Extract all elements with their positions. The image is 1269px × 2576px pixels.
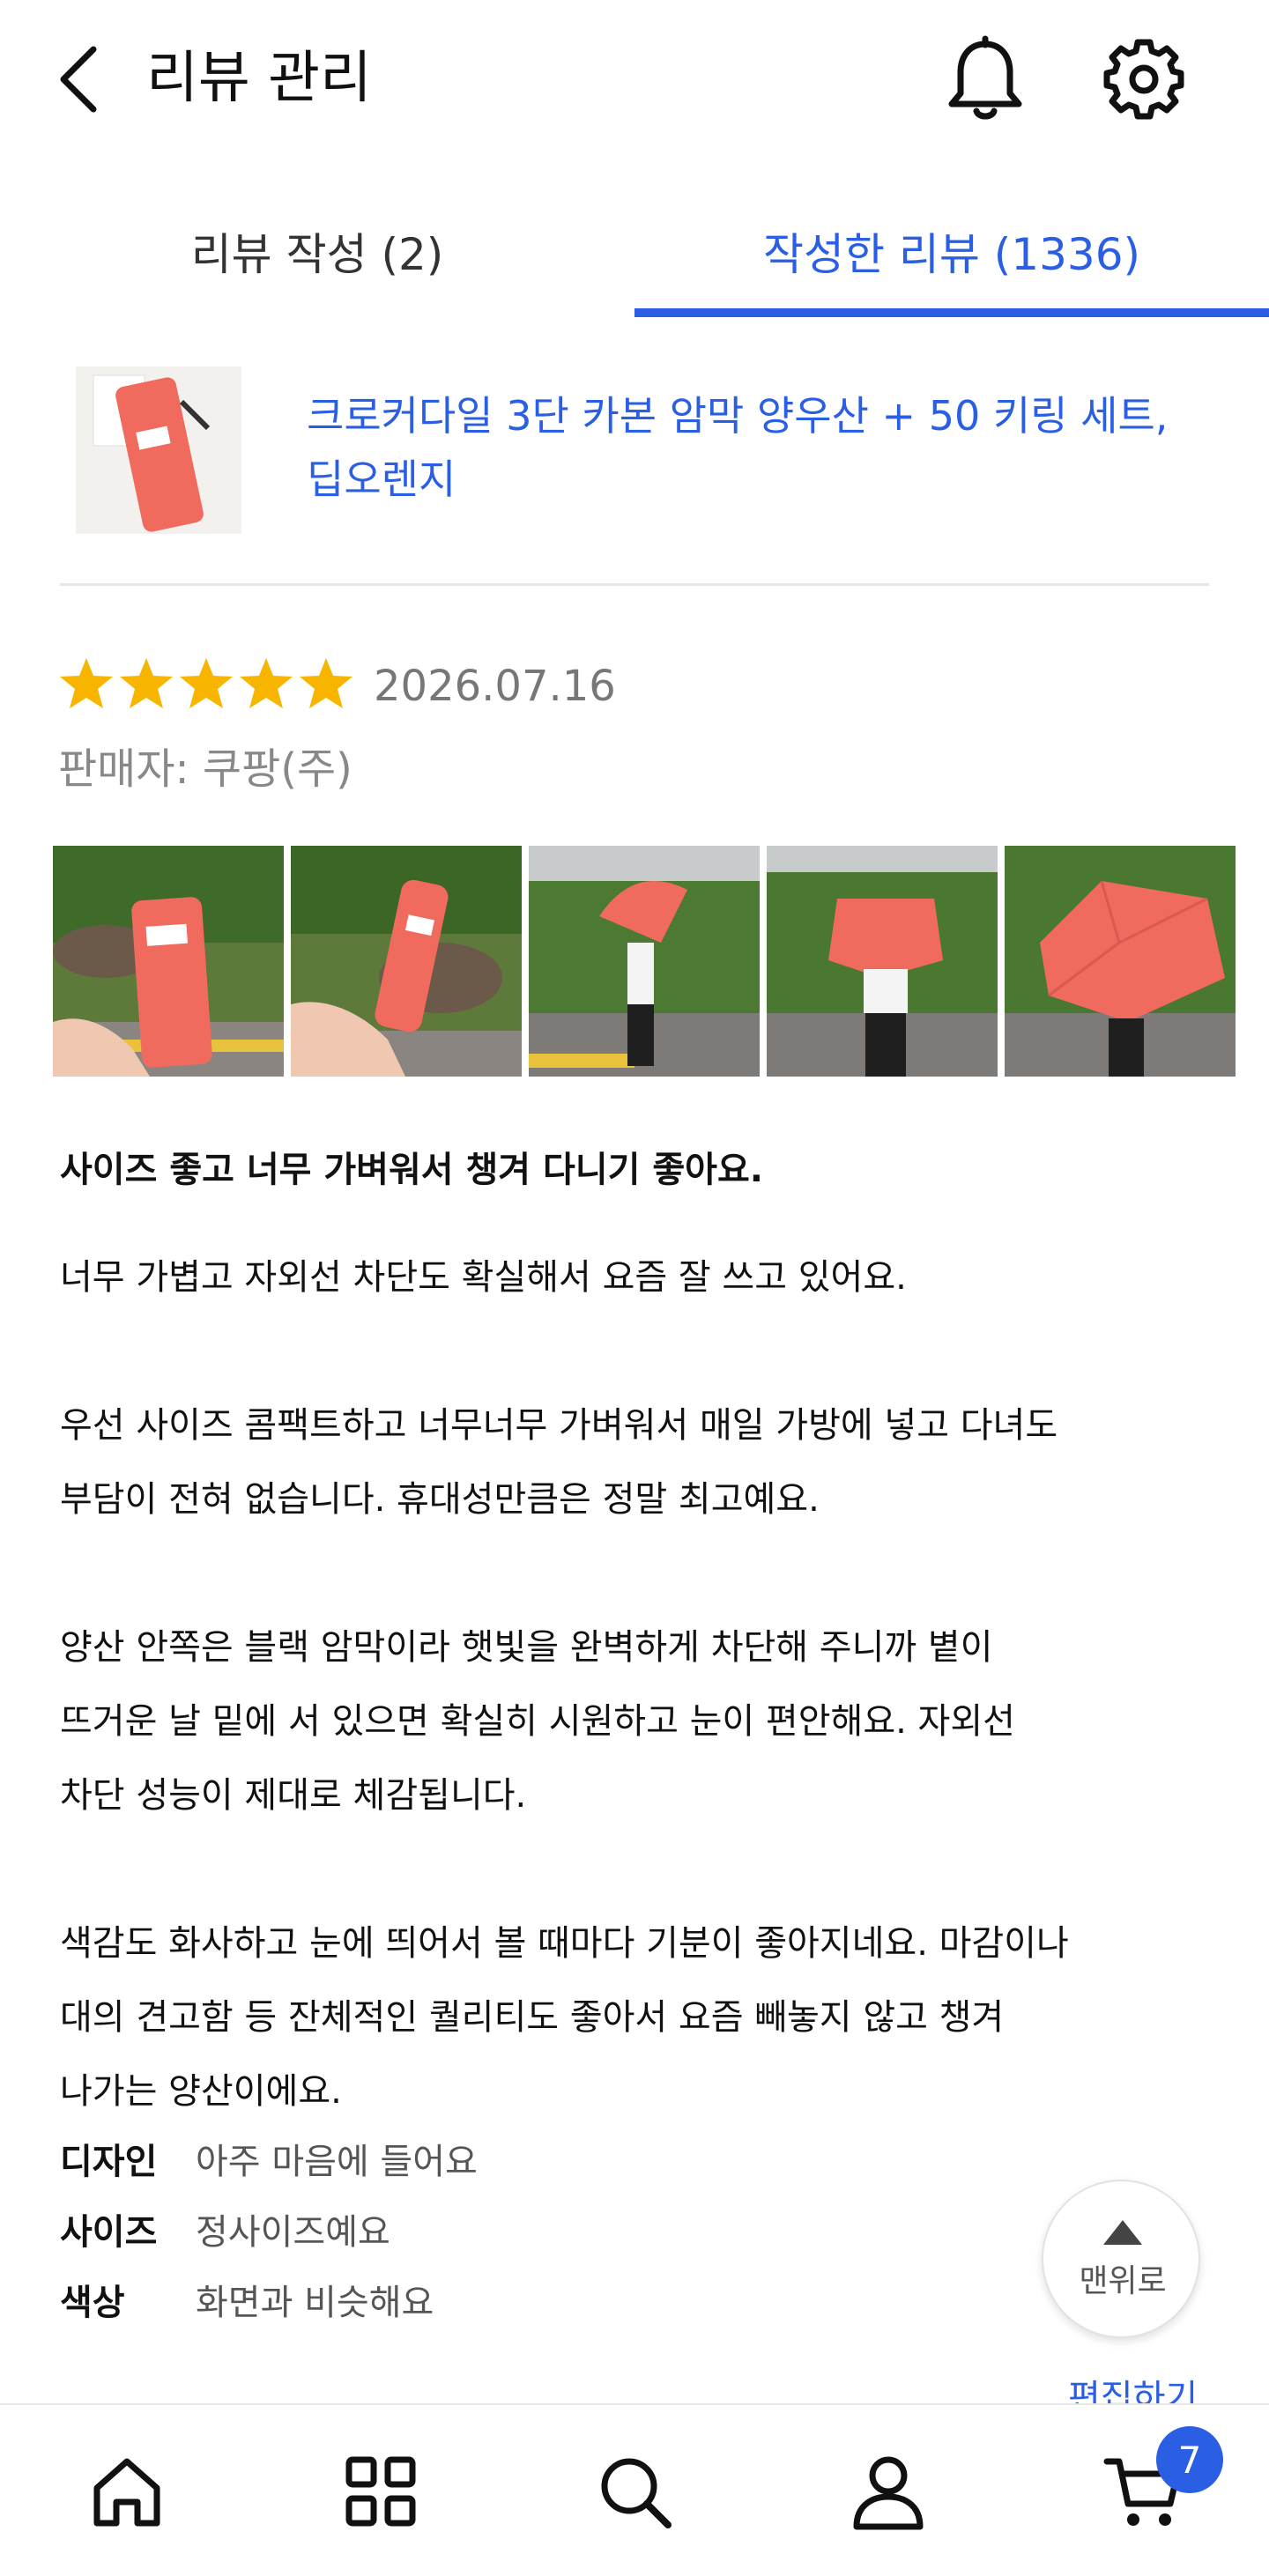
- review-title: 사이즈 좋고 너무 가벼워서 챙겨 다니기 좋아요.: [60, 1150, 763, 1190]
- page-title: 리뷰 관리: [146, 46, 372, 111]
- review-photos: [53, 846, 1237, 1077]
- back-arrow-icon[interactable]: [55, 44, 104, 115]
- attribute-row: 디자인 아주 마음에 들어요: [60, 2123, 478, 2194]
- attribute-key: 사이즈: [60, 2212, 158, 2253]
- review-attributes: 디자인 아주 마음에 들어요 사이즈 정사이즈예요 색상 화면과 비슷해요: [60, 2123, 478, 2335]
- review-paragraph: 색감도 화사하고 눈에 띄어서 볼 때마다 기분이 좋아지네요. 마감이나 대의…: [60, 1923, 1069, 2112]
- attribute-key: 색상: [60, 2283, 125, 2323]
- review-body: 너무 가볍고 자외선 차단도 확실해서 요즘 잘 쓰고 있어요. 우선 사이즈 …: [60, 1240, 1214, 2128]
- star-icon: [120, 658, 173, 708]
- review-photo-4[interactable]: [767, 846, 998, 1077]
- product-thumbnail[interactable]: [76, 366, 241, 534]
- bottom-navigation: 7: [0, 2403, 1269, 2576]
- categories-icon[interactable]: [342, 2453, 419, 2530]
- scroll-to-top-button[interactable]: 맨위로: [1042, 2180, 1200, 2338]
- star-icon: [60, 658, 113, 708]
- settings-gear-icon[interactable]: [1102, 37, 1186, 122]
- cart-count-badge: 7: [1156, 2426, 1223, 2493]
- scroll-to-top-label: 맨위로: [1079, 2263, 1167, 2299]
- search-icon[interactable]: [596, 2453, 673, 2530]
- notification-bell-icon[interactable]: [943, 35, 1028, 123]
- attribute-row: 사이즈 정사이즈예요: [60, 2194, 478, 2264]
- review-photo-2[interactable]: [291, 846, 522, 1077]
- divider: [60, 583, 1209, 586]
- review-photo-3[interactable]: [529, 846, 760, 1077]
- home-icon[interactable]: [88, 2453, 166, 2530]
- star-rating: [58, 655, 354, 717]
- seller-label: 판매자: 쿠팡(주): [58, 744, 352, 794]
- review-paragraph: 우선 사이즈 콤팩트하고 너무너무 가벼워서 매일 가방에 넣고 다녀도 부담이…: [60, 1405, 1058, 1520]
- account-icon[interactable]: [850, 2453, 927, 2530]
- app-header: 리뷰 관리: [0, 0, 1269, 159]
- star-icon: [240, 658, 293, 708]
- star-icon: [300, 658, 352, 708]
- attribute-value: 아주 마음에 들어요: [196, 2142, 478, 2182]
- tab-write-review[interactable]: 리뷰 작성 (2): [0, 185, 634, 317]
- product-row[interactable]: 크로커다일 3단 카본 암막 양우산 + 50 키링 세트, 딥오렌지: [0, 361, 1269, 555]
- review-paragraph: 너무 가볍고 자외선 차단도 확실해서 요즘 잘 쓰고 있어요.: [60, 1257, 907, 1298]
- caret-up-icon: [1103, 2220, 1142, 2245]
- attribute-value: 화면과 비슷해요: [196, 2283, 434, 2323]
- attribute-row: 색상 화면과 비슷해요: [60, 2264, 478, 2335]
- star-icon: [180, 658, 233, 708]
- review-photo-5[interactable]: [1005, 846, 1236, 1077]
- review-tabs: 리뷰 작성 (2) 작성한 리뷰 (1336): [0, 185, 1269, 317]
- review-photo-1[interactable]: [53, 846, 284, 1077]
- review-date: 2026.07.16: [374, 662, 616, 711]
- product-name[interactable]: 크로커다일 3단 카본 암막 양우산 + 50 키링 세트, 딥오렌지: [307, 384, 1223, 511]
- attribute-key: 디자인: [60, 2142, 158, 2182]
- review-paragraph: 양산 안쪽은 블랙 암막이라 햇빛을 완벽하게 차단해 주니까 볕이 뜨거운 날…: [60, 1627, 1015, 1816]
- active-tab-indicator: [634, 308, 1269, 317]
- attribute-value: 정사이즈예요: [196, 2212, 390, 2253]
- tab-written-reviews[interactable]: 작성한 리뷰 (1336): [634, 185, 1269, 317]
